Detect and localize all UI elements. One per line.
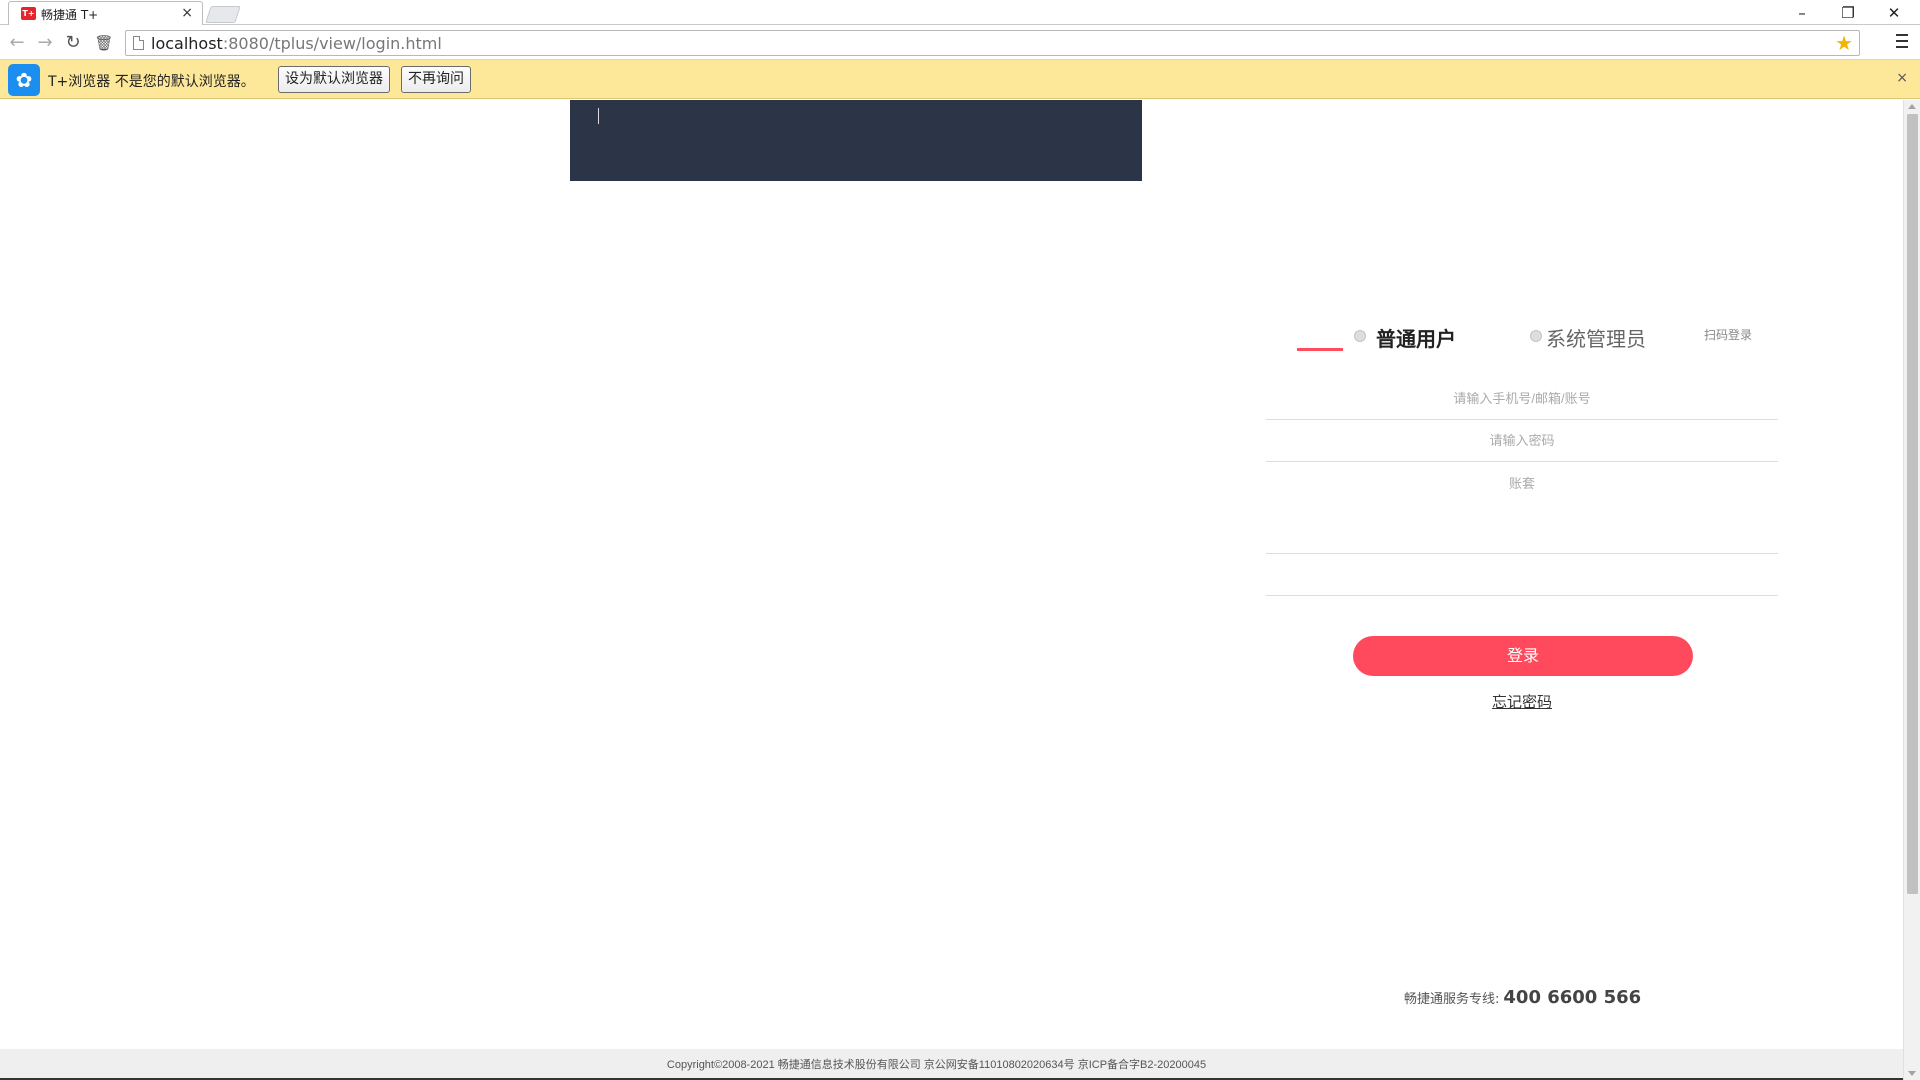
login-button[interactable]: 登录: [1353, 636, 1693, 676]
copyright-text: Copyright©2008-2021 畅捷通信息技术股份有限公司 京公网安备1…: [666, 1059, 1207, 1071]
infobar-message: T+浏览器 不是您的默认浏览器。: [48, 74, 255, 90]
forgot-password-link[interactable]: 忘记密码: [1442, 691, 1602, 712]
reload-icon[interactable]: ↻: [61, 31, 85, 55]
admin-radio[interactable]: [1530, 330, 1542, 342]
set-default-browser-button[interactable]: 设为默认浏览器: [278, 66, 390, 93]
tab-normal-user[interactable]: 普通用户: [1376, 323, 1456, 352]
minimize-button[interactable]: –: [1782, 2, 1822, 24]
hotline-label: 畅捷通服务专线:: [1404, 992, 1500, 1007]
page-icon: [133, 36, 144, 50]
account-field[interactable]: [1266, 378, 1778, 420]
url-path: :8080/tplus/view/login.html: [222, 34, 442, 53]
scroll-up-arrow-icon[interactable]: [1908, 104, 1916, 109]
extra-field[interactable]: [1266, 554, 1778, 596]
new-tab-button[interactable]: [205, 6, 241, 23]
tplus-favicon-icon: T+: [21, 7, 36, 20]
tab-title: 畅捷通 T+: [41, 8, 99, 22]
account-input[interactable]: [1266, 378, 1778, 419]
infobar-close-icon[interactable]: ×: [1896, 70, 1908, 86]
dont-ask-again-button[interactable]: 不再询问: [401, 66, 471, 93]
page-footer: Copyright©2008-2021 畅捷通信息技术股份有限公司 京公网安备1…: [0, 1049, 1903, 1080]
header-banner: [570, 100, 1142, 181]
tab-close-icon[interactable]: ×: [181, 5, 193, 21]
forward-arrow-icon[interactable]: →: [33, 31, 57, 55]
account-set-input[interactable]: [1266, 462, 1778, 504]
scroll-down-arrow-icon[interactable]: [1908, 1071, 1916, 1076]
bookmark-star-icon[interactable]: ★: [1835, 31, 1853, 55]
text-caret: [598, 108, 599, 124]
login-type-tabs: 普通用户 系统管理员 扫码登录: [1268, 310, 1778, 360]
normal-user-radio[interactable]: [1354, 330, 1366, 342]
vertical-scrollbar[interactable]: [1903, 100, 1920, 1080]
scan-login-link[interactable]: 扫码登录: [1704, 326, 1752, 343]
browser-toolbar: ← → ↻ 🗑 localhost:8080/tplus/view/login.…: [0, 25, 1920, 60]
browser-logo-icon: ✿: [8, 64, 40, 96]
tab-system-admin[interactable]: 系统管理员: [1546, 323, 1646, 352]
trash-icon[interactable]: 🗑: [92, 31, 116, 55]
address-bar[interactable]: localhost:8080/tplus/view/login.html ★: [125, 30, 1860, 56]
url-text: localhost:8080/tplus/view/login.html: [151, 34, 442, 53]
password-input[interactable]: [1266, 420, 1778, 461]
default-browser-infobar: ✿ T+浏览器 不是您的默认浏览器。 设为默认浏览器 不再询问 ×: [0, 60, 1920, 99]
tab-strip: T+ 畅捷通 T+ × – ❐ ✕: [0, 0, 1920, 25]
hotline-number: 400 6600 566: [1503, 987, 1642, 1008]
active-tab-indicator: [1297, 348, 1343, 351]
close-window-button[interactable]: ✕: [1874, 2, 1914, 24]
scrollbar-thumb[interactable]: [1907, 114, 1918, 894]
account-set-field[interactable]: [1266, 462, 1778, 554]
browser-menu-icon[interactable]: [1892, 30, 1912, 54]
password-field[interactable]: [1266, 420, 1778, 462]
extra-input[interactable]: [1266, 554, 1778, 595]
page-viewport: 普通用户 系统管理员 扫码登录 登录 忘记密码 畅捷通服务专线:400 6600…: [0, 100, 1903, 1080]
restore-button[interactable]: ❐: [1828, 2, 1868, 24]
back-arrow-icon[interactable]: ←: [5, 31, 29, 55]
url-host: localhost: [151, 34, 223, 53]
service-hotline: 畅捷通服务专线: 400 6600 566: [1404, 987, 1641, 1008]
browser-tab[interactable]: T+ 畅捷通 T+ ×: [8, 1, 203, 25]
